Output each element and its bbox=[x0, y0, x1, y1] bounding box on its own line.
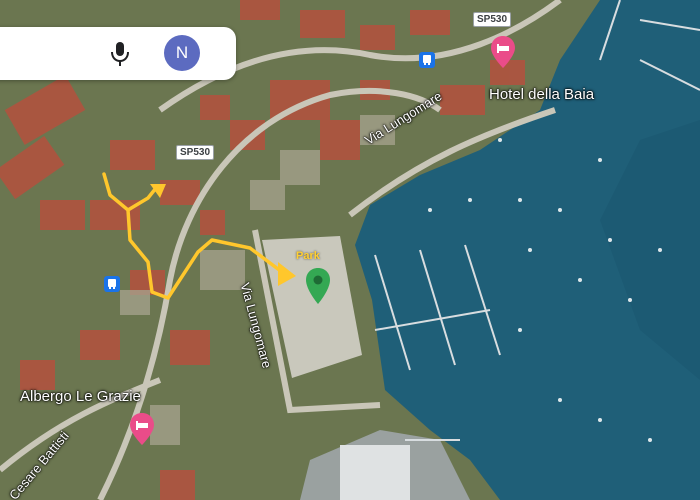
place-label-hotel-della-baia[interactable]: Hotel della Baia bbox=[489, 86, 594, 103]
hotel-bed-pin-icon[interactable] bbox=[491, 36, 515, 68]
route-path bbox=[102, 172, 284, 300]
account-avatar[interactable]: N bbox=[164, 35, 200, 71]
hotel-bed-pin-icon[interactable] bbox=[130, 413, 154, 445]
satellite-map[interactable]: N SP530 SP530 Via Lungomare Via Lungomar… bbox=[0, 0, 700, 500]
route-arrow-icon bbox=[278, 262, 296, 286]
place-label-park: Park bbox=[296, 250, 320, 262]
bus-stop-icon[interactable] bbox=[419, 52, 435, 68]
road-label-sp530-mid: SP530 bbox=[176, 145, 215, 160]
microphone-icon[interactable] bbox=[108, 39, 132, 69]
place-label-albergo-le-grazie[interactable]: Albergo Le Grazie bbox=[20, 388, 141, 405]
road-label-sp530-top: SP530 bbox=[473, 12, 512, 27]
bus-stop-icon[interactable] bbox=[104, 276, 120, 292]
search-bar[interactable]: N bbox=[0, 27, 236, 80]
green-location-pin-icon[interactable] bbox=[306, 268, 330, 304]
